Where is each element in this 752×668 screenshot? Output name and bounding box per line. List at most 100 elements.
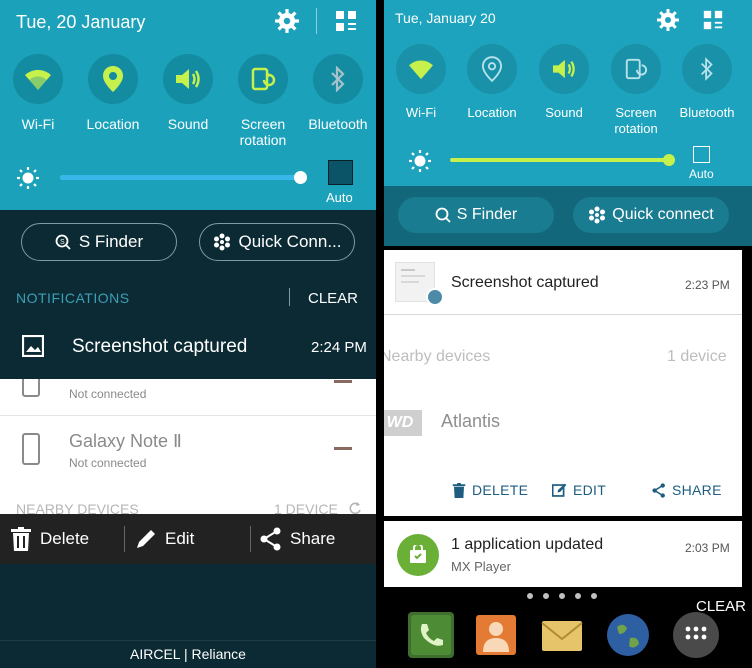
qs-screen-rotation[interactable]: Screen rotation	[601, 44, 671, 137]
gallery-icon	[22, 335, 44, 357]
device-name[interactable]: Atlantis	[441, 411, 500, 432]
brightness-slider[interactable]	[60, 175, 304, 180]
share-icon	[652, 482, 665, 498]
quick-connect-label: Quick Conn...	[238, 232, 342, 251]
edit-quick-settings-icon[interactable]	[702, 9, 724, 31]
brightness-icon	[17, 167, 39, 189]
header-divider	[316, 8, 317, 34]
brightness-slider[interactable]	[450, 158, 672, 162]
carrier-divider	[0, 640, 376, 641]
share-button[interactable]: Share	[260, 514, 335, 564]
screenshot-notification-card[interactable]: Screenshot captured 2:23 PM Nearby devic…	[384, 250, 742, 516]
wifi-icon	[396, 44, 446, 94]
svg-text:S: S	[60, 239, 65, 246]
qs-label: Screen rotation	[239, 116, 287, 148]
clear-button[interactable]: CLEAR	[308, 290, 358, 307]
quick-connect-icon	[213, 233, 230, 251]
notifications-header: NOTIFICATIONS	[16, 290, 130, 306]
quick-connect-button[interactable]: Quick connect	[573, 197, 729, 233]
quick-connect-icon	[589, 206, 606, 224]
panel-gap	[376, 0, 384, 668]
left-notification-panel: Tue, 20 January Wi-Fi Location Sound Scr…	[0, 0, 376, 668]
screenshot-notification[interactable]: Screenshot captured 2:24 PM	[0, 315, 376, 379]
qs-sound[interactable]: Sound	[150, 54, 226, 132]
trash-icon	[11, 527, 31, 551]
qs-location[interactable]: Location	[457, 44, 527, 121]
screen-rotation-icon	[611, 44, 661, 94]
share-label: SHARE	[672, 482, 722, 498]
contacts-icon[interactable]	[473, 612, 519, 658]
header-separator	[289, 288, 290, 306]
auto-brightness-checkbox[interactable]	[328, 160, 353, 185]
brightness-slider-knob[interactable]	[663, 154, 675, 166]
gallery-icon	[426, 288, 444, 306]
s-finder-label: S Finder	[456, 206, 518, 223]
email-icon[interactable]	[539, 612, 585, 658]
qs-wifi[interactable]: Wi-Fi	[386, 44, 456, 121]
device-name[interactable]: Galaxy Note Ⅱ	[69, 431, 182, 452]
qs-label: Bluetooth	[308, 116, 368, 132]
notification-time: 2:24 PM	[311, 339, 367, 356]
nearby-devices-card: Not connected Galaxy Note Ⅱ Not connecte…	[0, 379, 376, 514]
s-finder-button[interactable]: S Finder	[398, 197, 554, 233]
device-status: Not connected	[69, 387, 147, 401]
qs-bluetooth[interactable]: Bluetooth	[672, 44, 742, 121]
quick-connect-label: Quick connect	[612, 206, 714, 223]
action-separator	[124, 526, 125, 552]
play-store-icon	[397, 534, 439, 576]
nearby-devices-header: NEARBY DEVICES	[16, 501, 139, 514]
right-header: Tue, January 20 Wi-Fi Location Sound Scr…	[384, 0, 752, 186]
share-label: Share	[290, 529, 336, 548]
share-icon	[260, 527, 281, 551]
brightness-slider-knob[interactable]	[294, 171, 307, 184]
delete-button[interactable]: Delete	[10, 514, 89, 564]
wifi-icon	[13, 54, 63, 104]
location-icon	[467, 44, 517, 94]
gear-icon[interactable]	[274, 8, 300, 34]
notification-time: 2:23 PM	[685, 278, 730, 292]
bluetooth-icon	[682, 44, 732, 94]
gear-icon[interactable]	[656, 8, 680, 32]
location-icon	[88, 54, 138, 104]
bluetooth-icon	[313, 54, 363, 104]
phone-device-icon	[22, 433, 40, 465]
app-update-notification[interactable]: 1 application updated MX Player 2:03 PM	[384, 521, 742, 587]
nearby-device-count: 1 device	[667, 348, 727, 365]
qs-label: Wi-Fi	[21, 116, 55, 132]
delete-button[interactable]: DELETE	[452, 482, 528, 498]
pencil-icon	[137, 530, 155, 548]
edit-quick-settings-icon[interactable]	[334, 9, 358, 33]
notification-title: Screenshot captured	[451, 274, 599, 291]
share-button[interactable]: SHARE	[652, 482, 722, 498]
quick-connect-button[interactable]: Quick Conn...	[199, 223, 355, 261]
edit-button[interactable]: EDIT	[552, 482, 606, 498]
s-finder-button[interactable]: S S Finder	[21, 223, 177, 261]
screenshot-stage: Tue, 20 January Wi-Fi Location Sound Scr…	[0, 0, 752, 668]
right-notification-panel: Tue, January 20 Wi-Fi Location Sound Scr…	[384, 0, 752, 668]
device-status: Not connected	[69, 456, 147, 470]
edit-button[interactable]: Edit	[135, 514, 194, 564]
refresh-icon[interactable]	[348, 501, 362, 514]
notification-action-bar: Delete Edit Share	[0, 514, 376, 564]
qs-sound[interactable]: Sound	[529, 44, 599, 121]
qs-location[interactable]: Location	[75, 54, 151, 132]
delete-label: Delete	[40, 529, 90, 548]
sound-icon	[539, 44, 589, 94]
left-header: Tue, 20 January Wi-Fi Location Sound Scr…	[0, 0, 376, 210]
qs-bluetooth[interactable]: Bluetooth	[300, 54, 376, 132]
qs-label: Sound	[167, 116, 209, 132]
phone-icon[interactable]	[408, 612, 454, 658]
apps-icon[interactable]	[673, 612, 719, 658]
auto-brightness-label: Auto	[689, 167, 714, 181]
qs-label: Sound	[545, 105, 583, 120]
card-divider	[384, 314, 742, 315]
trash-icon	[452, 482, 466, 498]
qs-screen-rotation[interactable]: Screen rotation	[225, 54, 301, 148]
s-finder-label: S Finder	[78, 232, 144, 251]
internet-icon[interactable]	[605, 612, 651, 658]
right-shortcut-row: S Finder Quick connect	[384, 186, 752, 246]
qs-wifi[interactable]: Wi-Fi	[0, 54, 76, 132]
nearby-device-count: 1 DEVICE	[274, 501, 338, 514]
auto-brightness-checkbox[interactable]	[693, 146, 710, 163]
qs-label: Bluetooth	[679, 105, 735, 120]
